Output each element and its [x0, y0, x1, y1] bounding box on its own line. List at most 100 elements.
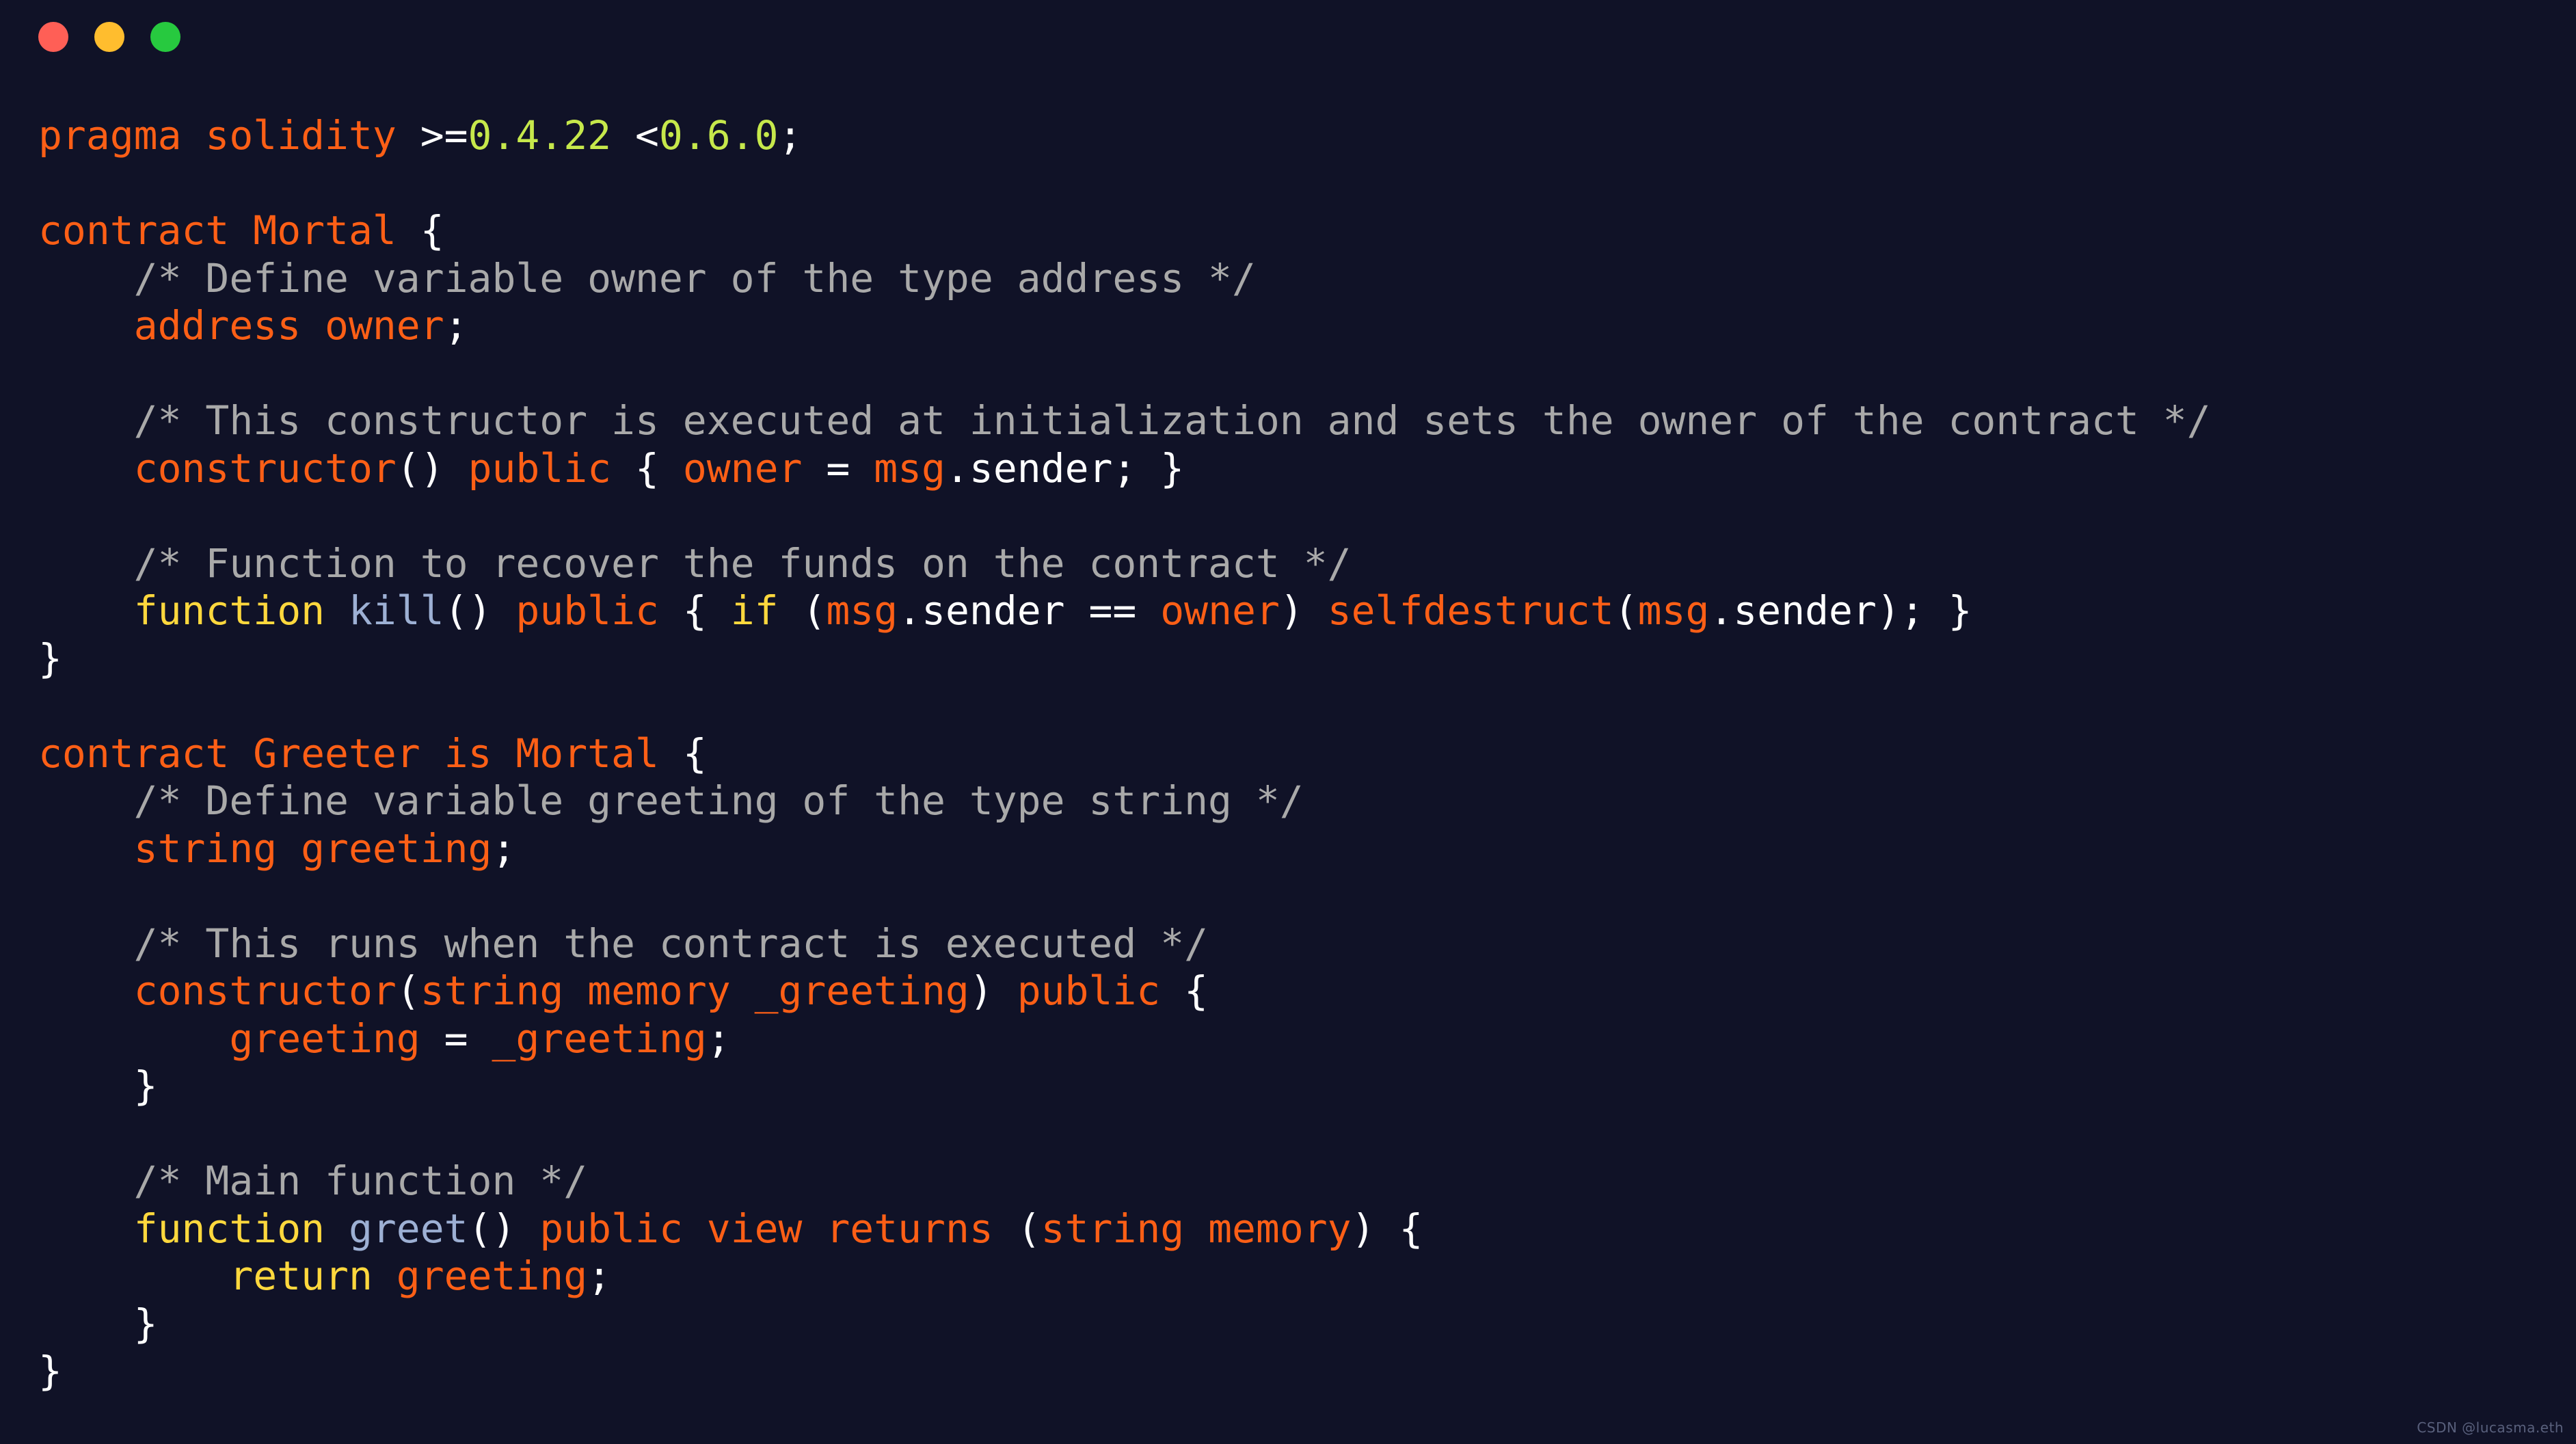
code-token-kw: msg [826, 587, 898, 634]
code-token-cmt: /* This constructor is executed at initi… [38, 397, 2211, 444]
code-token-name: greet [348, 1205, 468, 1252]
code-token-kw: constructor [133, 967, 397, 1014]
code-token-punct: .sender); } [1709, 587, 1972, 634]
code-line: return greeting; [38, 1253, 2576, 1300]
code-line: contract Greeter is Mortal { [38, 730, 2576, 778]
code-token-fn: function [133, 1205, 325, 1252]
code-token-punct: = [420, 1015, 492, 1062]
code-token-kw: string memory [1041, 1205, 1352, 1252]
code-token-punct: ( [1613, 587, 1638, 634]
code-token-punct [325, 1205, 349, 1252]
code-token-punct: ) [1279, 587, 1328, 634]
code-token-name: kill [348, 587, 444, 634]
code-token-cmt: /* Main function */ [38, 1158, 588, 1204]
code-line: /* Define variable greeting of the type … [38, 777, 2576, 825]
code-token-kw: public view returns [539, 1205, 993, 1252]
code-line: constructor(string memory _greeting) pub… [38, 967, 2576, 1015]
code-token-kw: public [515, 587, 659, 634]
code-line: /* Main function */ [38, 1158, 2576, 1205]
code-token-kw: public [1017, 967, 1161, 1014]
code-line: address owner; [38, 302, 2576, 350]
code-line: /* This runs when the contract is execut… [38, 920, 2576, 968]
code-token-punct: } [38, 1062, 158, 1109]
minimize-button[interactable] [94, 22, 124, 52]
code-line: } [38, 635, 2576, 683]
code-token-cmt: /* This runs when the contract is execut… [38, 920, 1209, 967]
code-token-cmt: /* Define variable owner of the type add… [38, 254, 1256, 302]
code-token-kw: msg [1637, 587, 1710, 634]
code-token-punct: = [802, 444, 874, 492]
code-token-kw: string greeting [133, 825, 492, 872]
code-token-punct: .sender; } [945, 444, 1185, 492]
code-token-punct: } [38, 1348, 62, 1394]
code-token-punct: { [420, 207, 444, 254]
code-token-punct: { [1160, 967, 1209, 1014]
code-token-fn: if [730, 587, 779, 634]
code-token-punct: ; [492, 825, 516, 872]
code-line: function greet() public view returns (st… [38, 1205, 2576, 1253]
code-line: constructor() public { owner = msg.sende… [38, 445, 2576, 493]
code-token-punct: { [682, 730, 707, 777]
code-token-punct: ( [993, 1205, 1041, 1252]
code-token-punct: { [658, 587, 731, 634]
code-token-kw: string memory _greeting [420, 967, 969, 1014]
code-token-punct [38, 302, 134, 349]
code-token-kw: contract Mortal [38, 207, 420, 254]
code-line: pragma solidity >=0.4.22 <0.6.0; [38, 112, 2576, 160]
code-token-kw: constructor [133, 444, 397, 492]
code-token-punct: >= [420, 112, 468, 159]
maximize-button[interactable] [150, 22, 180, 52]
code-token-num: 0.4.22 [468, 112, 612, 159]
code-token-punct [38, 445, 134, 492]
code-token-kw: _greeting [492, 1015, 707, 1062]
code-token-punct: ; [444, 302, 468, 349]
code-token-kw: contract Greeter is Mortal [38, 730, 683, 777]
code-token-punct [38, 587, 134, 634]
code-token-punct: () [468, 1205, 540, 1252]
code-token-punct: < [611, 112, 659, 159]
code-token-kw: owner [1160, 587, 1280, 634]
code-line: string greeting; [38, 825, 2576, 873]
code-line: } [38, 1348, 2576, 1395]
code-token-punct: { [611, 444, 683, 492]
window-titlebar [0, 0, 2576, 74]
code-token-punct: ) { [1351, 1205, 1423, 1252]
code-token-num: 0.6.0 [658, 112, 779, 159]
code-token-punct [373, 1253, 397, 1299]
code-token-punct [325, 587, 349, 634]
code-line: function kill() public { if (msg.sender … [38, 587, 2576, 635]
code-window: pragma solidity >=0.4.22 <0.6.0; contrac… [0, 0, 2576, 1444]
code-token-punct [38, 1253, 229, 1299]
code-token-punct [38, 1015, 229, 1062]
code-token-kw: selfdestruct [1327, 587, 1614, 634]
code-token-punct [38, 1205, 134, 1252]
watermark-label: CSDN @lucasma.eth [2417, 1419, 2564, 1436]
code-token-punct: () [444, 587, 516, 634]
code-token-kw: address owner [133, 302, 444, 349]
code-token-punct: ; [706, 1015, 731, 1062]
code-token-punct: } [38, 1300, 158, 1347]
code-line: /* Define variable owner of the type add… [38, 255, 2576, 303]
code-block[interactable]: pragma solidity >=0.4.22 <0.6.0; contrac… [0, 74, 2576, 1444]
code-token-punct: ) [969, 967, 1017, 1014]
code-token-punct: ; [587, 1253, 612, 1299]
code-token-punct: ( [396, 967, 420, 1014]
code-token-kw: public [468, 444, 612, 492]
code-line: } [38, 1062, 2576, 1110]
code-token-punct: ( [778, 587, 827, 634]
code-line: contract Mortal { [38, 207, 2576, 255]
code-line: /* This constructor is executed at initi… [38, 397, 2576, 445]
code-token-punct [38, 967, 134, 1014]
code-line: } [38, 1300, 2576, 1348]
code-token-punct: } [38, 634, 62, 682]
code-line: greeting = _greeting; [38, 1015, 2576, 1063]
code-token-punct: .sender == [898, 587, 1161, 634]
code-token-fn: return [229, 1253, 373, 1299]
code-token-kw: owner [682, 444, 803, 492]
close-button[interactable] [38, 22, 68, 52]
code-token-kw: greeting [229, 1015, 420, 1062]
